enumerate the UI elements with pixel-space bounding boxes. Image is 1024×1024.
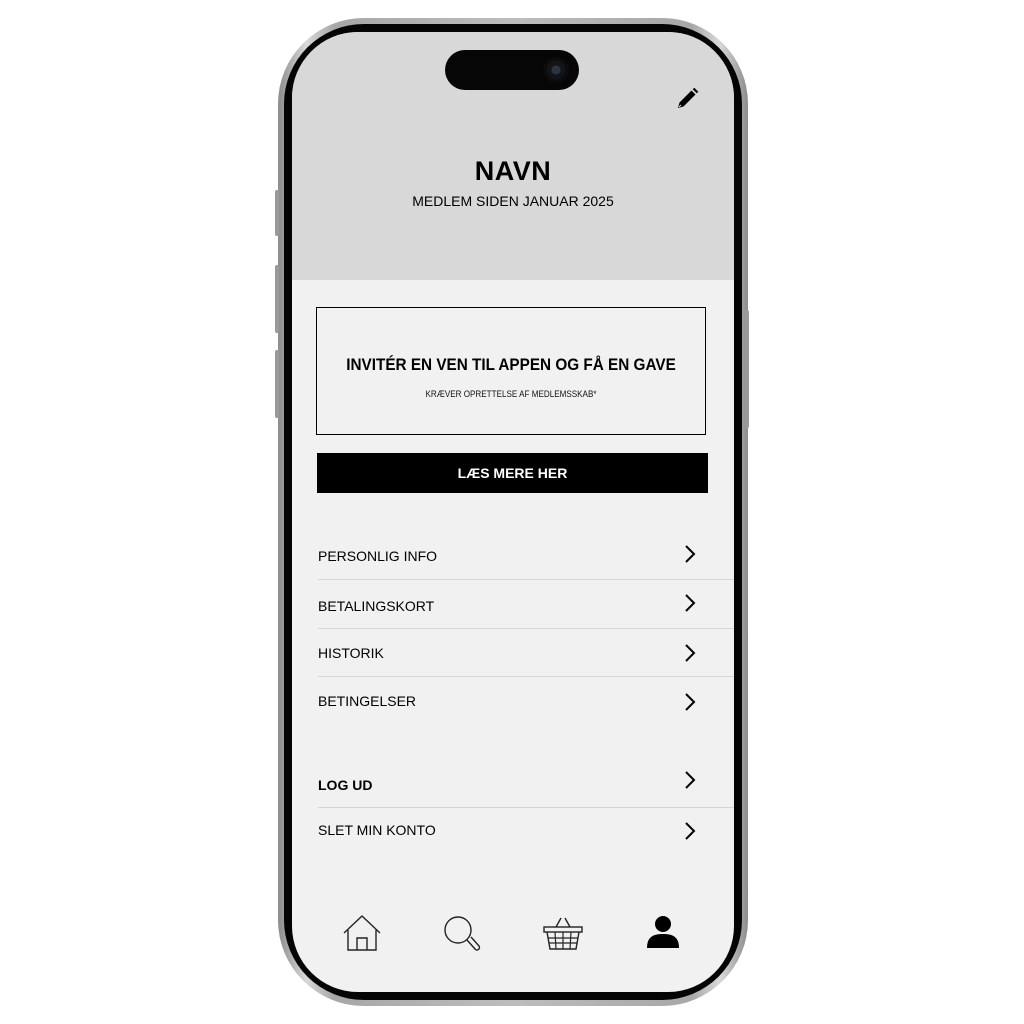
menu-item-label: BETALINGSKORT [318,598,435,614]
chevron-right-icon [685,822,696,840]
basket-icon[interactable] [541,912,585,956]
profile-header: NAVN MEDLEM SIDEN JANUAR 2025 [292,32,734,280]
app-screen: NAVN MEDLEM SIDEN JANUAR 2025 INVITÉR EN… [292,32,734,992]
menu-item-label: LOG UD [318,777,373,793]
home-icon[interactable] [340,912,384,956]
chevron-right-icon [685,644,696,662]
power-button [745,310,749,428]
menu-item-terms[interactable]: BETINGELSER [318,684,734,732]
profile-icon[interactable] [641,912,685,956]
read-more-button[interactable]: LÆS MERE HER [317,453,708,493]
dynamic-island [445,50,579,90]
invite-subtitle: KRÆVER OPRETTELSE AF MEDLEMSSKAB* [425,389,597,399]
stage: NAVN MEDLEM SIDEN JANUAR 2025 INVITÉR EN… [0,0,1024,1024]
volume-up-button [275,265,279,333]
invite-banner: INVITÉR EN VEN TIL APPEN OG FÅ EN GAVE K… [316,307,706,435]
menu-item-delete-account[interactable]: SLET MIN KONTO [318,814,734,862]
menu-item-label: BETINGELSER [318,693,417,709]
chevron-right-icon [685,693,696,711]
menu-item-label: HISTORIK [318,645,384,661]
menu-divider [318,676,734,677]
menu-item-label: SLET MIN KONTO [318,822,436,838]
chevron-right-icon [685,771,696,789]
chevron-right-icon [685,594,696,612]
action-button [275,190,279,236]
camera-lens [543,57,569,83]
invite-title: INVITÉR EN VEN TIL APPEN OG FÅ EN GAVE [346,355,676,374]
profile-name: NAVN [474,156,552,186]
member-since-text: MEDLEM SIDEN JANUAR 2025 [412,193,614,209]
menu-item-label: PERSONLIG INFO [318,548,438,564]
volume-down-button [275,350,279,418]
pencil-edit-icon[interactable] [674,86,700,112]
search-icon[interactable] [440,912,484,956]
menu-divider [318,579,734,580]
menu-divider [318,628,734,629]
menu-divider [318,807,734,808]
chevron-right-icon [685,545,696,563]
